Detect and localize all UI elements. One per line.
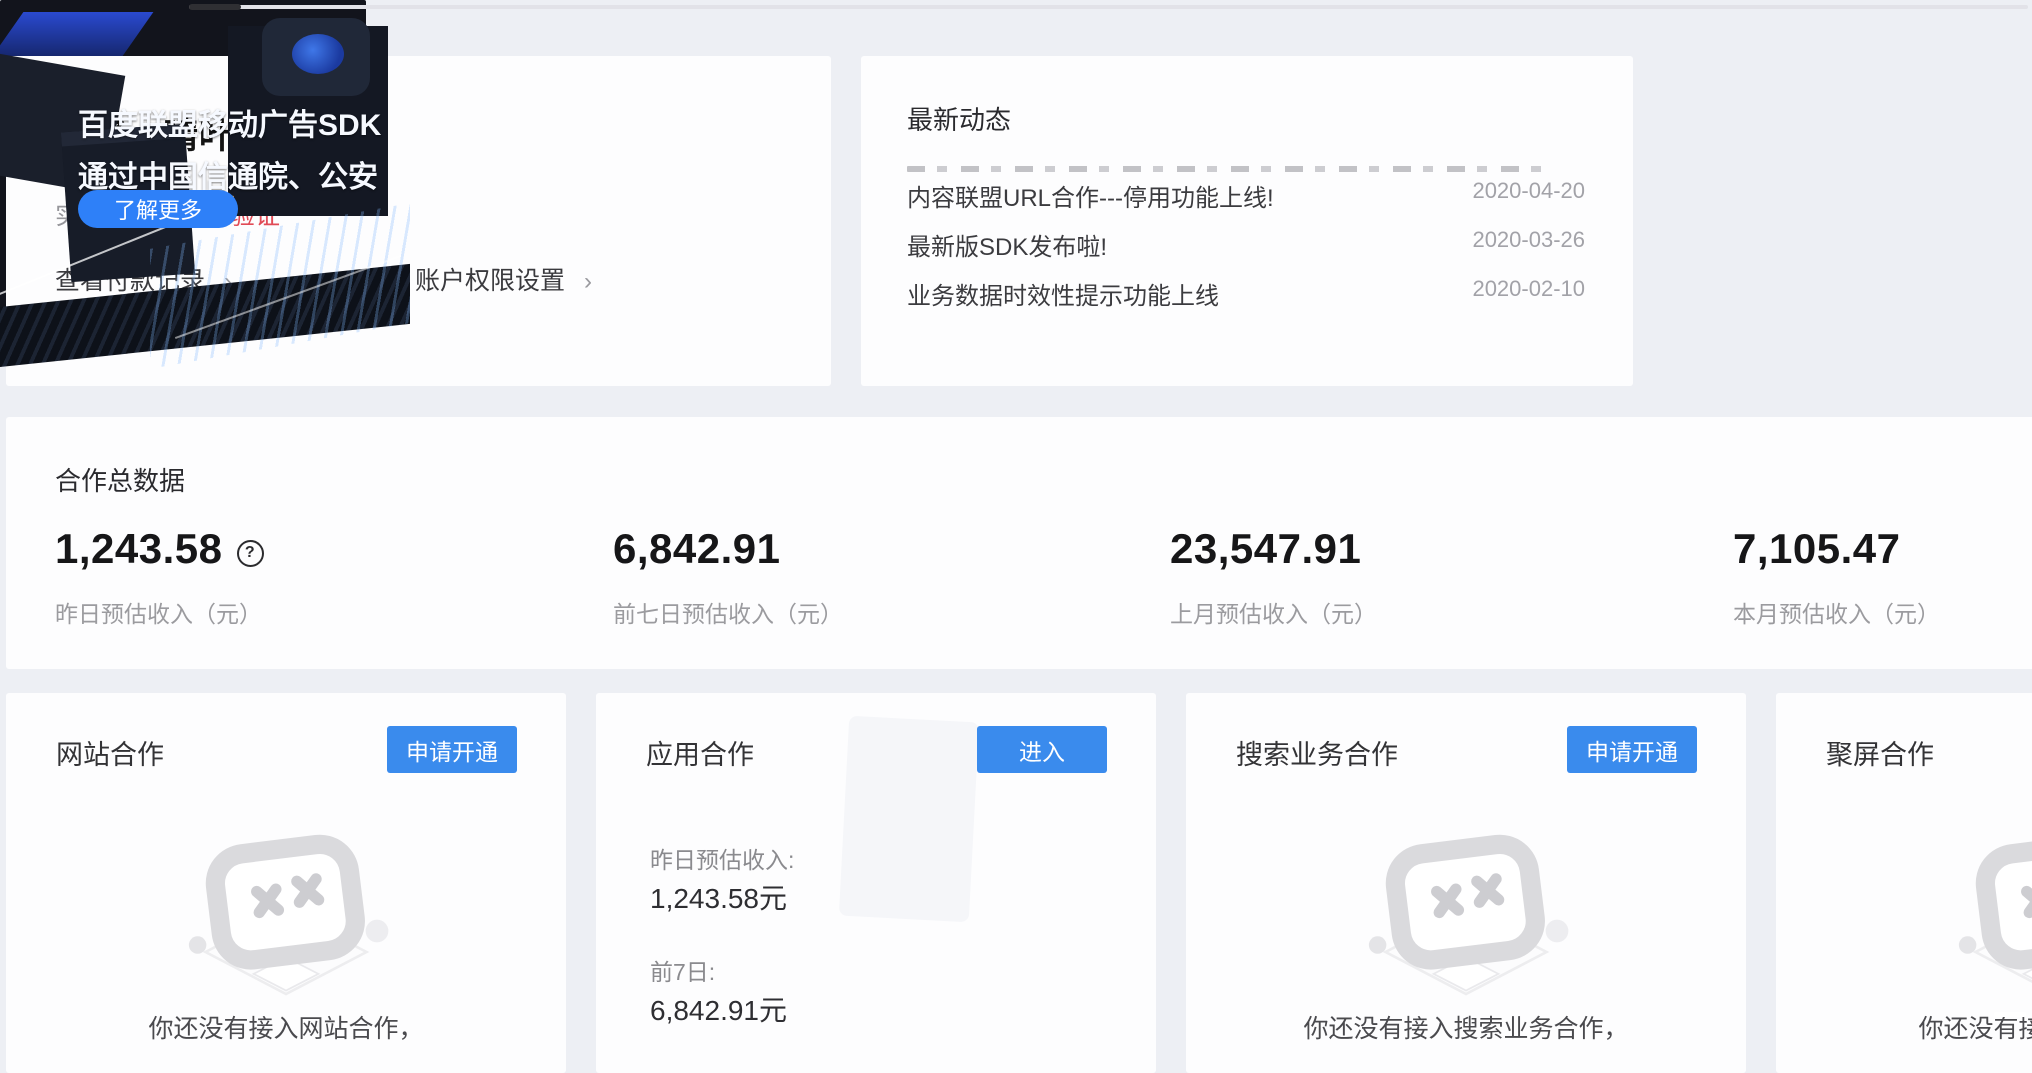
stat-value: 7,105.47 [1733, 525, 1901, 573]
clipped-scrolling-news-item [907, 166, 1555, 172]
apply-open-button[interactable]: 申请开通 [387, 726, 517, 773]
empty-state-text: 你还没有接入网站合作， [6, 1009, 566, 1045]
income-label: 昨日预估收入: [650, 841, 794, 875]
empty-state-tv-icon [1939, 833, 2032, 1008]
news-item[interactable]: 最新版SDK发布啦! 2020-03-26 [907, 227, 1585, 257]
stat-value: 6,842.91 [613, 525, 781, 573]
coop-card-app: 应用合作 进入 昨日预估收入: 1,243.58元 前7日: 6,842.91元 [596, 693, 1156, 1073]
news-item-title: 业务数据时效性提示功能上线 [907, 276, 1219, 311]
horizontal-scrollbar-track[interactable] [189, 5, 2028, 9]
empty-state-tv-icon [1349, 833, 1583, 1008]
news-item-date: 2020-03-26 [1472, 227, 1585, 253]
empty-state-text: 你还没有接入搜索业务合作， [1186, 1009, 1746, 1045]
news-item[interactable]: 业务数据时效性提示功能上线 2020-02-10 [907, 276, 1585, 306]
card-watermark [839, 716, 979, 923]
empty-state-tv-icon [169, 833, 403, 1008]
stat-label: 本月预估收入（元） [1733, 595, 1940, 629]
stat-label: 上月预估收入（元） [1170, 595, 1377, 629]
dashboard-page: 您好，晴叶科技! 实名认证： 已验证 查看付款记录 › 账户权限设置 › 最新动… [0, 0, 2032, 1030]
stat-number: 7,105.47 [1733, 525, 1901, 572]
account-permission-label: 账户权限设置 [415, 267, 565, 295]
banner-line1: 百度联盟移动广告SDK [78, 100, 366, 152]
help-icon[interactable]: ? [237, 540, 264, 567]
banner-decoration [0, 12, 153, 56]
coop-card-title: 搜索业务合作 [1236, 733, 1398, 772]
total-data-card: 合作总数据 1,243.58? 昨日预估收入（元） 6,842.91 前七日预估… [6, 417, 2032, 669]
learn-more-button[interactable]: 了解更多 [78, 190, 238, 228]
coop-card-title: 应用合作 [646, 733, 754, 772]
news-item-date: 2020-04-20 [1472, 178, 1585, 204]
coop-card-website: 网站合作 申请开通 你还没有接入网站合作， [6, 693, 566, 1073]
news-item-title: 最新版SDK发布啦! [907, 227, 1107, 262]
stat-label: 前七日预估收入（元） [613, 595, 843, 629]
stat-number: 23,547.91 [1170, 525, 1361, 572]
account-permission-link[interactable]: 账户权限设置 › [415, 261, 592, 297]
stat-number: 6,842.91 [613, 525, 781, 572]
horizontal-scrollbar-thumb[interactable] [189, 4, 241, 10]
coop-card-title: 聚屏合作 [1826, 733, 1934, 772]
news-card: 最新动态 内容联盟URL合作---停用功能上线! 2020-04-20 最新版S… [861, 56, 1633, 386]
news-item-date: 2020-02-10 [1472, 276, 1585, 302]
stat-value: 23,547.91 [1170, 525, 1361, 573]
apply-open-button[interactable]: 申请开通 [1567, 726, 1697, 773]
income-value: 1,243.58元 [650, 877, 787, 917]
news-item-title: 内容联盟URL合作---停用功能上线! [907, 178, 1274, 213]
enter-button[interactable]: 进入 [977, 726, 1107, 773]
coop-card-search: 搜索业务合作 申请开通 你还没有接入搜索业务合作， [1186, 693, 1746, 1073]
news-item[interactable]: 内容联盟URL合作---停用功能上线! 2020-04-20 [907, 178, 1585, 208]
coop-card-title: 网站合作 [56, 733, 164, 772]
income-value: 6,842.91元 [650, 989, 787, 1029]
chevron-right-icon: › [584, 268, 592, 295]
total-data-title: 合作总数据 [55, 461, 185, 498]
stat-number: 1,243.58 [55, 525, 223, 572]
stat-label: 昨日预估收入（元） [55, 595, 262, 629]
news-title: 最新动态 [907, 100, 1011, 137]
banner-lens-illustration [292, 34, 344, 74]
income-label: 前7日: [650, 953, 715, 987]
banner-text: 百度联盟移动广告SDK 通过中国信通院、公安 [78, 100, 366, 204]
stat-value: 1,243.58? [55, 525, 264, 573]
